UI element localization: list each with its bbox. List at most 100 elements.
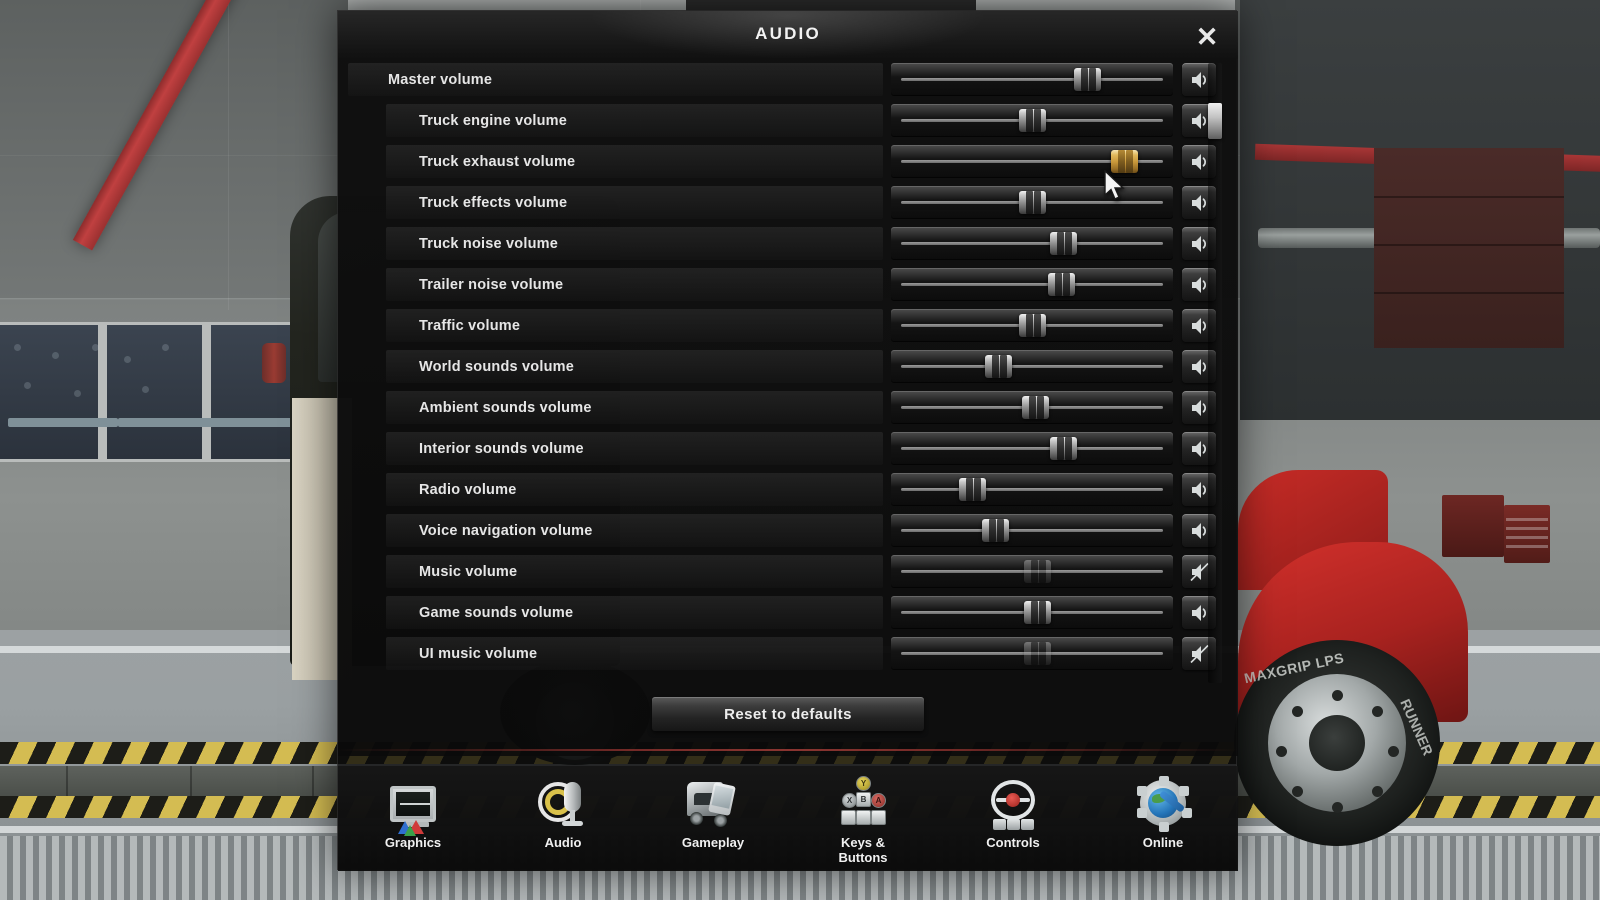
nav-item-online[interactable]: Online	[1102, 776, 1224, 850]
speaker-muted-icon	[1190, 644, 1209, 663]
setting-label: Music volume	[386, 555, 883, 588]
monitor-icon	[384, 776, 442, 836]
setting-label: Game sounds volume	[386, 596, 883, 629]
toolbox-drawer	[1506, 545, 1548, 548]
volume-slider[interactable]	[891, 391, 1173, 424]
volume-slider[interactable]	[891, 145, 1173, 178]
window-band	[0, 322, 300, 462]
speaker-on-icon	[1192, 522, 1206, 539]
accent-divider	[338, 749, 1238, 751]
setting-label: Truck exhaust volume	[386, 145, 883, 178]
slider-thumb[interactable]	[1021, 396, 1049, 419]
wheel-lug	[1332, 690, 1343, 701]
globe-gear-icon	[1134, 776, 1192, 832]
speaker-on-icon	[1192, 317, 1206, 334]
ceiling-light-dot	[92, 344, 99, 351]
volume-slider[interactable]	[891, 596, 1173, 629]
nav-item-gameplay[interactable]: Gameplay	[652, 776, 774, 850]
nav-item-graphics[interactable]: Graphics	[352, 776, 474, 850]
volume-slider[interactable]	[891, 432, 1173, 465]
ceiling-light-dot	[124, 356, 131, 363]
settings-row: Master volume	[338, 59, 1238, 100]
toolbox-drawer	[1506, 527, 1548, 530]
curb-seam	[312, 766, 314, 796]
red-truck-hub	[1309, 715, 1365, 771]
ceiling-light-dot	[162, 344, 169, 351]
settings-row-list: Master volume Truck engine volume Truck ex…	[338, 59, 1238, 684]
ceiling-light-dot	[142, 386, 149, 393]
speaker-on-icon	[1192, 399, 1206, 416]
slider-thumb[interactable]	[958, 478, 986, 501]
settings-row: Truck exhaust volume	[338, 141, 1238, 182]
truck-pda-icon	[684, 776, 742, 832]
nav-item-label: Gameplay	[681, 835, 745, 850]
slider-thumb[interactable]	[1047, 273, 1075, 296]
volume-slider[interactable]	[891, 104, 1173, 137]
volume-slider[interactable]	[891, 227, 1173, 260]
slider-thumb[interactable]	[982, 519, 1010, 542]
slider-thumb[interactable]	[1074, 68, 1102, 91]
volume-slider[interactable]	[891, 186, 1173, 219]
bench	[118, 418, 228, 427]
volume-slider[interactable]	[891, 473, 1173, 506]
nav-item-label: Keys & Buttons	[838, 835, 888, 865]
nav-item-keys-buttons[interactable]: Y X B A Keys & Buttons	[802, 776, 924, 865]
setting-label: Truck effects volume	[386, 186, 883, 219]
slider-track	[901, 447, 1163, 450]
toolbox-cart	[1504, 505, 1550, 563]
slider-thumb[interactable]	[1019, 191, 1046, 214]
speaker-on-icon	[1192, 194, 1206, 211]
steering-wheel-icon	[984, 776, 1042, 832]
speaker-muted-icon	[1190, 562, 1209, 581]
slider-thumb[interactable]	[1024, 560, 1052, 583]
ceiling-light-dot	[14, 344, 21, 351]
setting-label: UI music volume	[386, 637, 883, 670]
volume-slider[interactable]	[891, 514, 1173, 547]
curb-seam	[66, 766, 68, 796]
volume-slider[interactable]	[891, 555, 1173, 588]
slider-thumb[interactable]	[984, 355, 1012, 378]
slider-thumb[interactable]	[1019, 314, 1046, 337]
setting-label: Master volume	[348, 63, 883, 96]
slider-thumb[interactable]	[1019, 109, 1046, 132]
slider-track	[901, 283, 1163, 286]
reset-to-defaults-button[interactable]: Reset to defaults	[652, 697, 924, 731]
settings-row: Traffic volume	[338, 305, 1238, 346]
wheel-lug	[1388, 746, 1399, 757]
setting-label: Radio volume	[386, 473, 883, 506]
reset-button-container: Reset to defaults	[338, 697, 1238, 731]
slider-thumb[interactable]	[1024, 642, 1052, 665]
slider-track	[901, 529, 1163, 532]
slider-thumb[interactable]	[1024, 601, 1052, 624]
settings-nav-bar: Graphics Audio Gameplay Y X B A Keys & Buttons C…	[338, 766, 1238, 871]
nav-item-label: Audio	[544, 835, 582, 850]
speaker-on-icon	[1192, 153, 1206, 170]
scrollbar-thumb[interactable]	[1208, 103, 1222, 139]
dialog-body: AUDIO ✕ Master volume Truck engine volume…	[338, 11, 1238, 756]
scrollbar-track[interactable]	[1208, 63, 1222, 683]
nav-item-audio[interactable]: Audio	[502, 776, 624, 850]
setting-label: Trailer noise volume	[386, 268, 883, 301]
wheel-lug	[1292, 706, 1303, 717]
close-icon[interactable]: ✕	[1190, 20, 1224, 54]
slider-thumb[interactable]	[1050, 437, 1078, 460]
slider-thumb[interactable]	[1110, 150, 1138, 173]
volume-slider[interactable]	[891, 350, 1173, 383]
setting-label: Truck noise volume	[386, 227, 883, 260]
settings-row: UI music volume	[338, 633, 1238, 674]
window-mullion	[98, 322, 107, 462]
ceiling-light-dot	[24, 382, 31, 389]
ceiling-light-dot	[52, 352, 59, 359]
volume-slider[interactable]	[891, 268, 1173, 301]
curb-seam	[190, 766, 192, 796]
nav-item-controls[interactable]: Controls	[952, 776, 1074, 850]
door-seam	[1374, 196, 1564, 198]
slider-track	[901, 488, 1163, 491]
door-seam	[1374, 244, 1564, 246]
volume-slider[interactable]	[891, 63, 1173, 96]
setting-label: Ambient sounds volume	[386, 391, 883, 424]
volume-slider[interactable]	[891, 309, 1173, 342]
volume-slider[interactable]	[891, 637, 1173, 670]
settings-row: Truck noise volume	[338, 223, 1238, 264]
slider-thumb[interactable]	[1050, 232, 1078, 255]
